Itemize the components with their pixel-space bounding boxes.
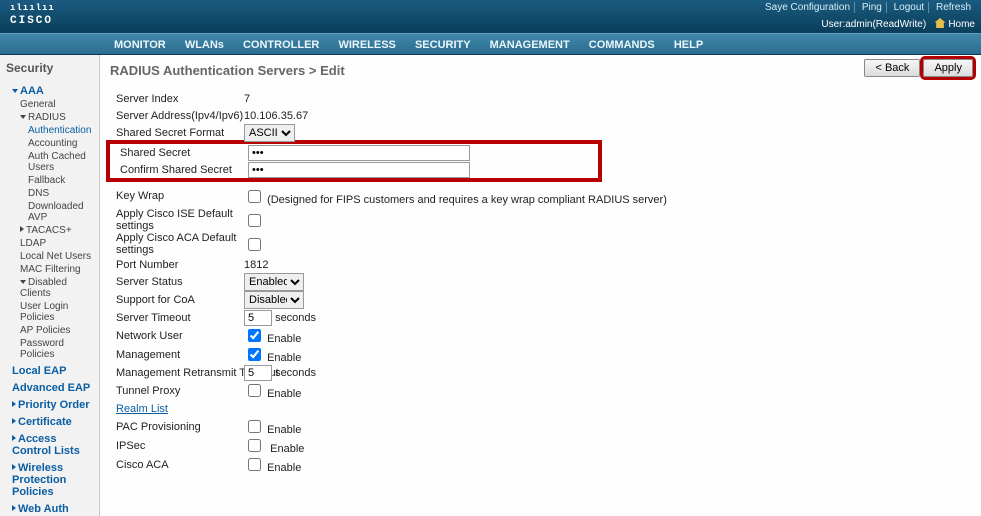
network-user-checkbox[interactable] xyxy=(248,329,261,342)
nav-authentication[interactable]: Authentication xyxy=(2,124,97,137)
coa-select[interactable]: Disabled xyxy=(244,291,304,309)
port-number-value: 1812 xyxy=(244,259,971,271)
nav-auth-cached[interactable]: Auth Cached Users xyxy=(2,150,97,174)
apply-ise-label: Apply Cisco ISE Default settings xyxy=(110,208,244,232)
tunnel-proxy-label: Tunnel Proxy xyxy=(110,385,244,397)
apply-aca-checkbox[interactable] xyxy=(248,238,261,251)
apply-aca-label: Apply Cisco ACA Default settings xyxy=(110,232,244,256)
back-button[interactable]: < Back xyxy=(864,59,920,77)
shared-secret-format-label: Shared Secret Format xyxy=(110,127,244,139)
home-icon[interactable] xyxy=(935,18,946,28)
port-number-label: Port Number xyxy=(110,259,244,271)
confirm-shared-secret-label: Confirm Shared Secret xyxy=(114,164,248,176)
nav-ldap[interactable]: LDAP xyxy=(2,237,97,250)
cisco-aca-checkbox[interactable] xyxy=(248,458,261,471)
nav-priority-order[interactable]: Priority Order xyxy=(2,395,97,412)
network-user-label: Network User xyxy=(110,330,244,342)
realm-list-link[interactable]: Realm List xyxy=(116,403,168,415)
nav-password-policies[interactable]: Password Policies xyxy=(2,337,97,361)
ipsec-enable: Enable xyxy=(270,443,304,455)
nav-tacacs[interactable]: TACACS+ xyxy=(2,224,97,237)
menu-wireless[interactable]: WIRELESS xyxy=(330,34,403,51)
content-area: RADIUS Authentication Servers > Edit < B… xyxy=(100,55,981,516)
ipsec-label: IPSec xyxy=(110,440,244,452)
menu-monitor[interactable]: MONITOR xyxy=(106,34,174,51)
user-label: User:admin(ReadWrite) xyxy=(821,19,926,30)
shared-secret-input[interactable] xyxy=(248,145,470,161)
top-links: Saye Configuration Ping Logout Refresh xyxy=(761,2,975,13)
ping-link[interactable]: Ping xyxy=(858,2,887,13)
nav-user-login[interactable]: User Login Policies xyxy=(2,300,97,324)
key-wrap-label: Key Wrap xyxy=(110,190,244,202)
nav-aaa[interactable]: AAA xyxy=(2,81,97,98)
server-index-label: Server Index xyxy=(110,93,244,105)
refresh-link[interactable]: Refresh xyxy=(932,2,975,13)
network-user-enable: Enable xyxy=(267,333,301,345)
home-link[interactable]: Home xyxy=(948,19,975,30)
pac-label: PAC Provisioning xyxy=(110,421,244,433)
server-address-label: Server Address(Ipv4/Ipv6) xyxy=(110,110,244,122)
tunnel-proxy-enable: Enable xyxy=(267,388,301,400)
user-line: User:admin(ReadWrite) Home xyxy=(821,18,975,30)
nav-fallback[interactable]: Fallback xyxy=(2,174,97,187)
server-status-select[interactable]: Enabled xyxy=(244,273,304,291)
nav-web-auth[interactable]: Web Auth xyxy=(2,499,97,516)
nav-accounting[interactable]: Accounting xyxy=(2,137,97,150)
menu-management[interactable]: MANAGEMENT xyxy=(482,34,578,51)
retransmit-unit: seconds xyxy=(275,367,316,379)
nav-dns[interactable]: DNS xyxy=(2,187,97,200)
coa-label: Support for CoA xyxy=(110,294,244,306)
server-index-value: 7 xyxy=(244,93,971,105)
nav-acl[interactable]: Access Control Lists xyxy=(2,429,97,458)
nav-local-net-users[interactable]: Local Net Users xyxy=(2,250,97,263)
management-label: Management xyxy=(110,349,244,361)
confirm-shared-secret-input[interactable] xyxy=(248,162,470,178)
tunnel-proxy-checkbox[interactable] xyxy=(248,384,261,397)
server-timeout-label: Server Timeout xyxy=(110,312,244,324)
top-bar: ılıılıı CISCO Saye Configuration Ping Lo… xyxy=(0,0,981,33)
sidebar-title: Security xyxy=(2,59,97,81)
logout-link[interactable]: Logout xyxy=(890,2,930,13)
server-status-label: Server Status xyxy=(110,276,244,288)
management-checkbox[interactable] xyxy=(248,348,261,361)
server-address-value: 10.106.35.67 xyxy=(244,110,971,122)
nav-local-eap[interactable]: Local EAP xyxy=(2,361,97,378)
shared-secret-highlight: Shared Secret Confirm Shared Secret xyxy=(106,140,602,182)
management-enable: Enable xyxy=(267,352,301,364)
nav-advanced-eap[interactable]: Advanced EAP xyxy=(2,378,97,395)
ipsec-checkbox[interactable] xyxy=(248,439,261,452)
menu-wlans[interactable]: WLANs xyxy=(177,34,232,51)
nav-radius[interactable]: RADIUS xyxy=(2,111,97,124)
nav-wpp[interactable]: Wireless Protection Policies xyxy=(2,458,97,499)
page-title: RADIUS Authentication Servers > Edit xyxy=(110,59,971,90)
cisco-aca-label: Cisco ACA xyxy=(110,459,244,471)
menu-security[interactable]: SECURITY xyxy=(407,34,479,51)
nav-mac-filtering[interactable]: MAC Filtering xyxy=(2,263,97,276)
menu-commands[interactable]: COMMANDS xyxy=(581,34,663,51)
server-timeout-unit: seconds xyxy=(275,312,316,324)
pac-checkbox[interactable] xyxy=(248,420,261,433)
pac-enable: Enable xyxy=(267,424,301,436)
nav-disabled-clients[interactable]: Disabled Clients xyxy=(2,276,97,300)
nav-general[interactable]: General xyxy=(2,98,97,111)
retransmit-input[interactable] xyxy=(244,365,272,381)
apply-ise-checkbox[interactable] xyxy=(248,214,261,227)
nav-certificate[interactable]: Certificate xyxy=(2,412,97,429)
key-wrap-checkbox[interactable] xyxy=(248,190,261,203)
nav-ap-policies[interactable]: AP Policies xyxy=(2,324,97,337)
shared-secret-format-select[interactable]: ASCII xyxy=(244,124,295,142)
key-wrap-note: (Designed for FIPS customers and require… xyxy=(267,194,667,206)
cisco-logo: ılıılıı CISCO xyxy=(0,0,65,28)
save-config-link[interactable]: Saye Configuration xyxy=(761,2,855,13)
cisco-aca-enable: Enable xyxy=(267,462,301,474)
sidebar: Security AAA General RADIUS Authenticati… xyxy=(0,55,100,516)
nav-downloaded-avp[interactable]: Downloaded AVP xyxy=(2,200,97,224)
menu-controller[interactable]: CONTROLLER xyxy=(235,34,327,51)
apply-button[interactable]: Apply xyxy=(923,59,973,77)
menu-help[interactable]: HELP xyxy=(666,34,711,51)
menu-bar: MONITOR WLANs CONTROLLER WIRELESS SECURI… xyxy=(0,33,981,55)
server-timeout-input[interactable] xyxy=(244,310,272,326)
shared-secret-label: Shared Secret xyxy=(114,147,248,159)
